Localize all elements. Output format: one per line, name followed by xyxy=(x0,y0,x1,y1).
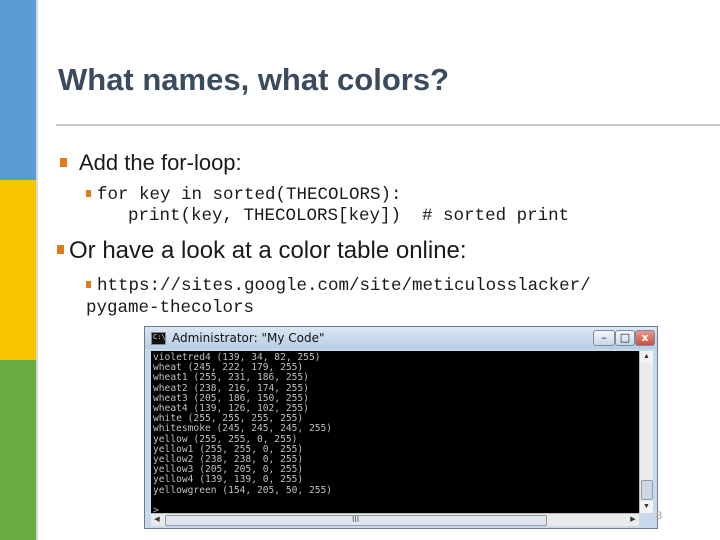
maximize-button[interactable]: □ xyxy=(615,330,635,346)
cmd-icon[interactable]: C:\ xyxy=(151,332,166,345)
bullet-square-icon xyxy=(57,245,64,254)
console-output[interactable]: violetred4 (139, 34, 82, 255) wheat (245… xyxy=(151,351,639,513)
scroll-left-icon[interactable]: ◀ xyxy=(151,514,163,526)
bullet-color-table: Or have a look at a color table online: xyxy=(57,237,467,265)
close-button[interactable]: x xyxy=(635,330,655,346)
bullet-square-icon xyxy=(86,281,91,288)
vertical-scroll-thumb[interactable] xyxy=(641,480,653,500)
page-number: 8 xyxy=(656,510,663,522)
bullet-add-for-loop-text: Add the for-loop: xyxy=(79,150,242,175)
sidebar-yellow-segment xyxy=(0,180,36,360)
scroll-down-icon[interactable]: ▼ xyxy=(640,501,653,513)
bullet-square-icon xyxy=(86,190,91,197)
console-line: > xyxy=(153,505,159,513)
scroll-up-icon[interactable]: ▲ xyxy=(640,351,653,363)
console-window-title: Administrator: "My Code" xyxy=(172,331,325,345)
sidebar-divider xyxy=(36,0,38,540)
cmd-icon-text: C:\ xyxy=(153,333,166,341)
scroll-grip-icon: III xyxy=(352,515,360,524)
bullet-add-for-loop: Add the for-loop: xyxy=(60,150,242,176)
console-line: yellowgreen (154, 205, 50, 255) xyxy=(153,484,333,496)
horizontal-scrollbar[interactable]: ◀ III ▶ xyxy=(151,513,639,526)
console-titlebar[interactable]: C:\ Administrator: "My Code" – □ x xyxy=(145,327,657,349)
bullet-square-icon xyxy=(60,158,67,167)
url-line-2[interactable]: pygame-thecolors xyxy=(86,298,254,318)
title-divider xyxy=(56,124,720,126)
slide-title: What names, what colors? xyxy=(58,62,450,97)
console-window: C:\ Administrator: "My Code" – □ x viole… xyxy=(144,326,658,529)
sidebar-blue-segment xyxy=(0,0,36,180)
bullet-color-table-text: Or have a look at a color table online: xyxy=(69,237,467,264)
code-snippet: for key in sorted(THECOLORS): print(key,… xyxy=(86,185,569,227)
console-text: violetred4 (139, 34, 82, 255) wheat (245… xyxy=(151,351,639,513)
url-line-1[interactable]: https://sites.google.com/site/meticuloss… xyxy=(97,276,591,296)
color-table-url[interactable]: https://sites.google.com/site/meticuloss… xyxy=(86,275,591,319)
horizontal-scroll-thumb[interactable]: III xyxy=(165,515,547,526)
sidebar-color-bar xyxy=(0,0,36,540)
minimize-button[interactable]: – xyxy=(593,330,615,346)
sidebar-green-segment xyxy=(0,360,36,540)
scroll-right-icon[interactable]: ▶ xyxy=(627,514,639,526)
vertical-scrollbar[interactable]: ▲ ▼ xyxy=(639,351,653,513)
code-line-1: for key in sorted(THECOLORS): xyxy=(97,185,402,205)
code-line-2: print(key, THECOLORS[key]) # sorted prin… xyxy=(86,206,570,226)
